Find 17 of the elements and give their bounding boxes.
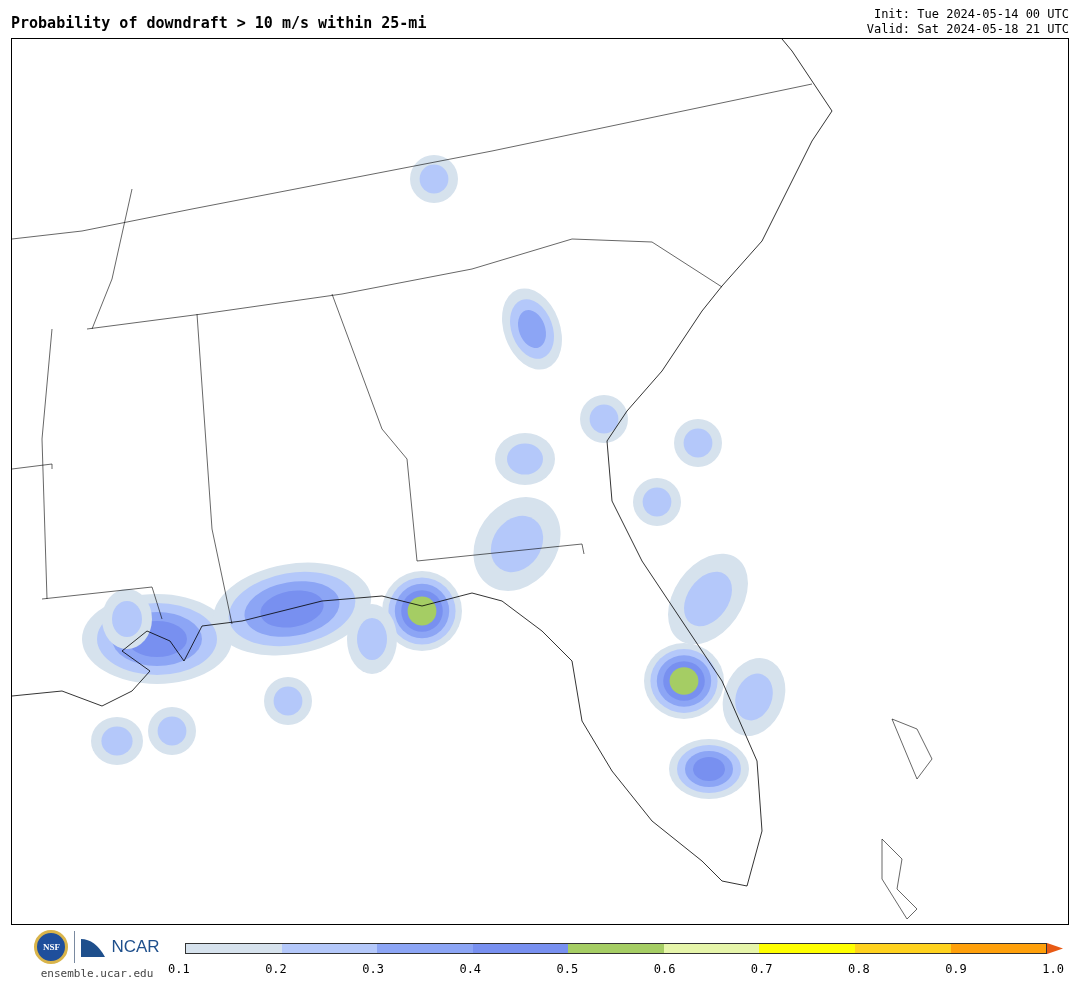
ncar-logo-icon — [81, 937, 106, 957]
colorbar-tick-label: 0.8 — [848, 962, 870, 976]
colorbar-tick-label: 0.5 — [556, 962, 579, 976]
colorbar-tick-label: 0.1 — [168, 962, 190, 976]
ncar-logo: NCAR — [111, 937, 160, 957]
colorbar-tick-label: 0.7 — [750, 962, 773, 976]
colorbar-tick-label: 0.6 — [653, 962, 676, 976]
run-info: Valid: Sat 2024-05-18 21 UTC — [866, 22, 1069, 37]
run-info: Init: Tue 2024-05-14 00 UTC — [873, 7, 1069, 22]
colorbar-tick-label: 1.0 — [1042, 962, 1064, 976]
colorbar-tick-label: 0.3 — [362, 962, 384, 976]
colorbar-tick-label: 0.4 — [459, 962, 482, 976]
nsf-logo: NSF — [34, 930, 69, 964]
colorbar-tick-label: 0.2 — [265, 962, 287, 976]
website-url: ensemble.ucar.edu — [40, 967, 154, 980]
plot-title: Probability of downdraft > 10 m/s within 25-mi — [11, 14, 427, 34]
colorbar-tick-label: 0.9 — [945, 962, 967, 976]
